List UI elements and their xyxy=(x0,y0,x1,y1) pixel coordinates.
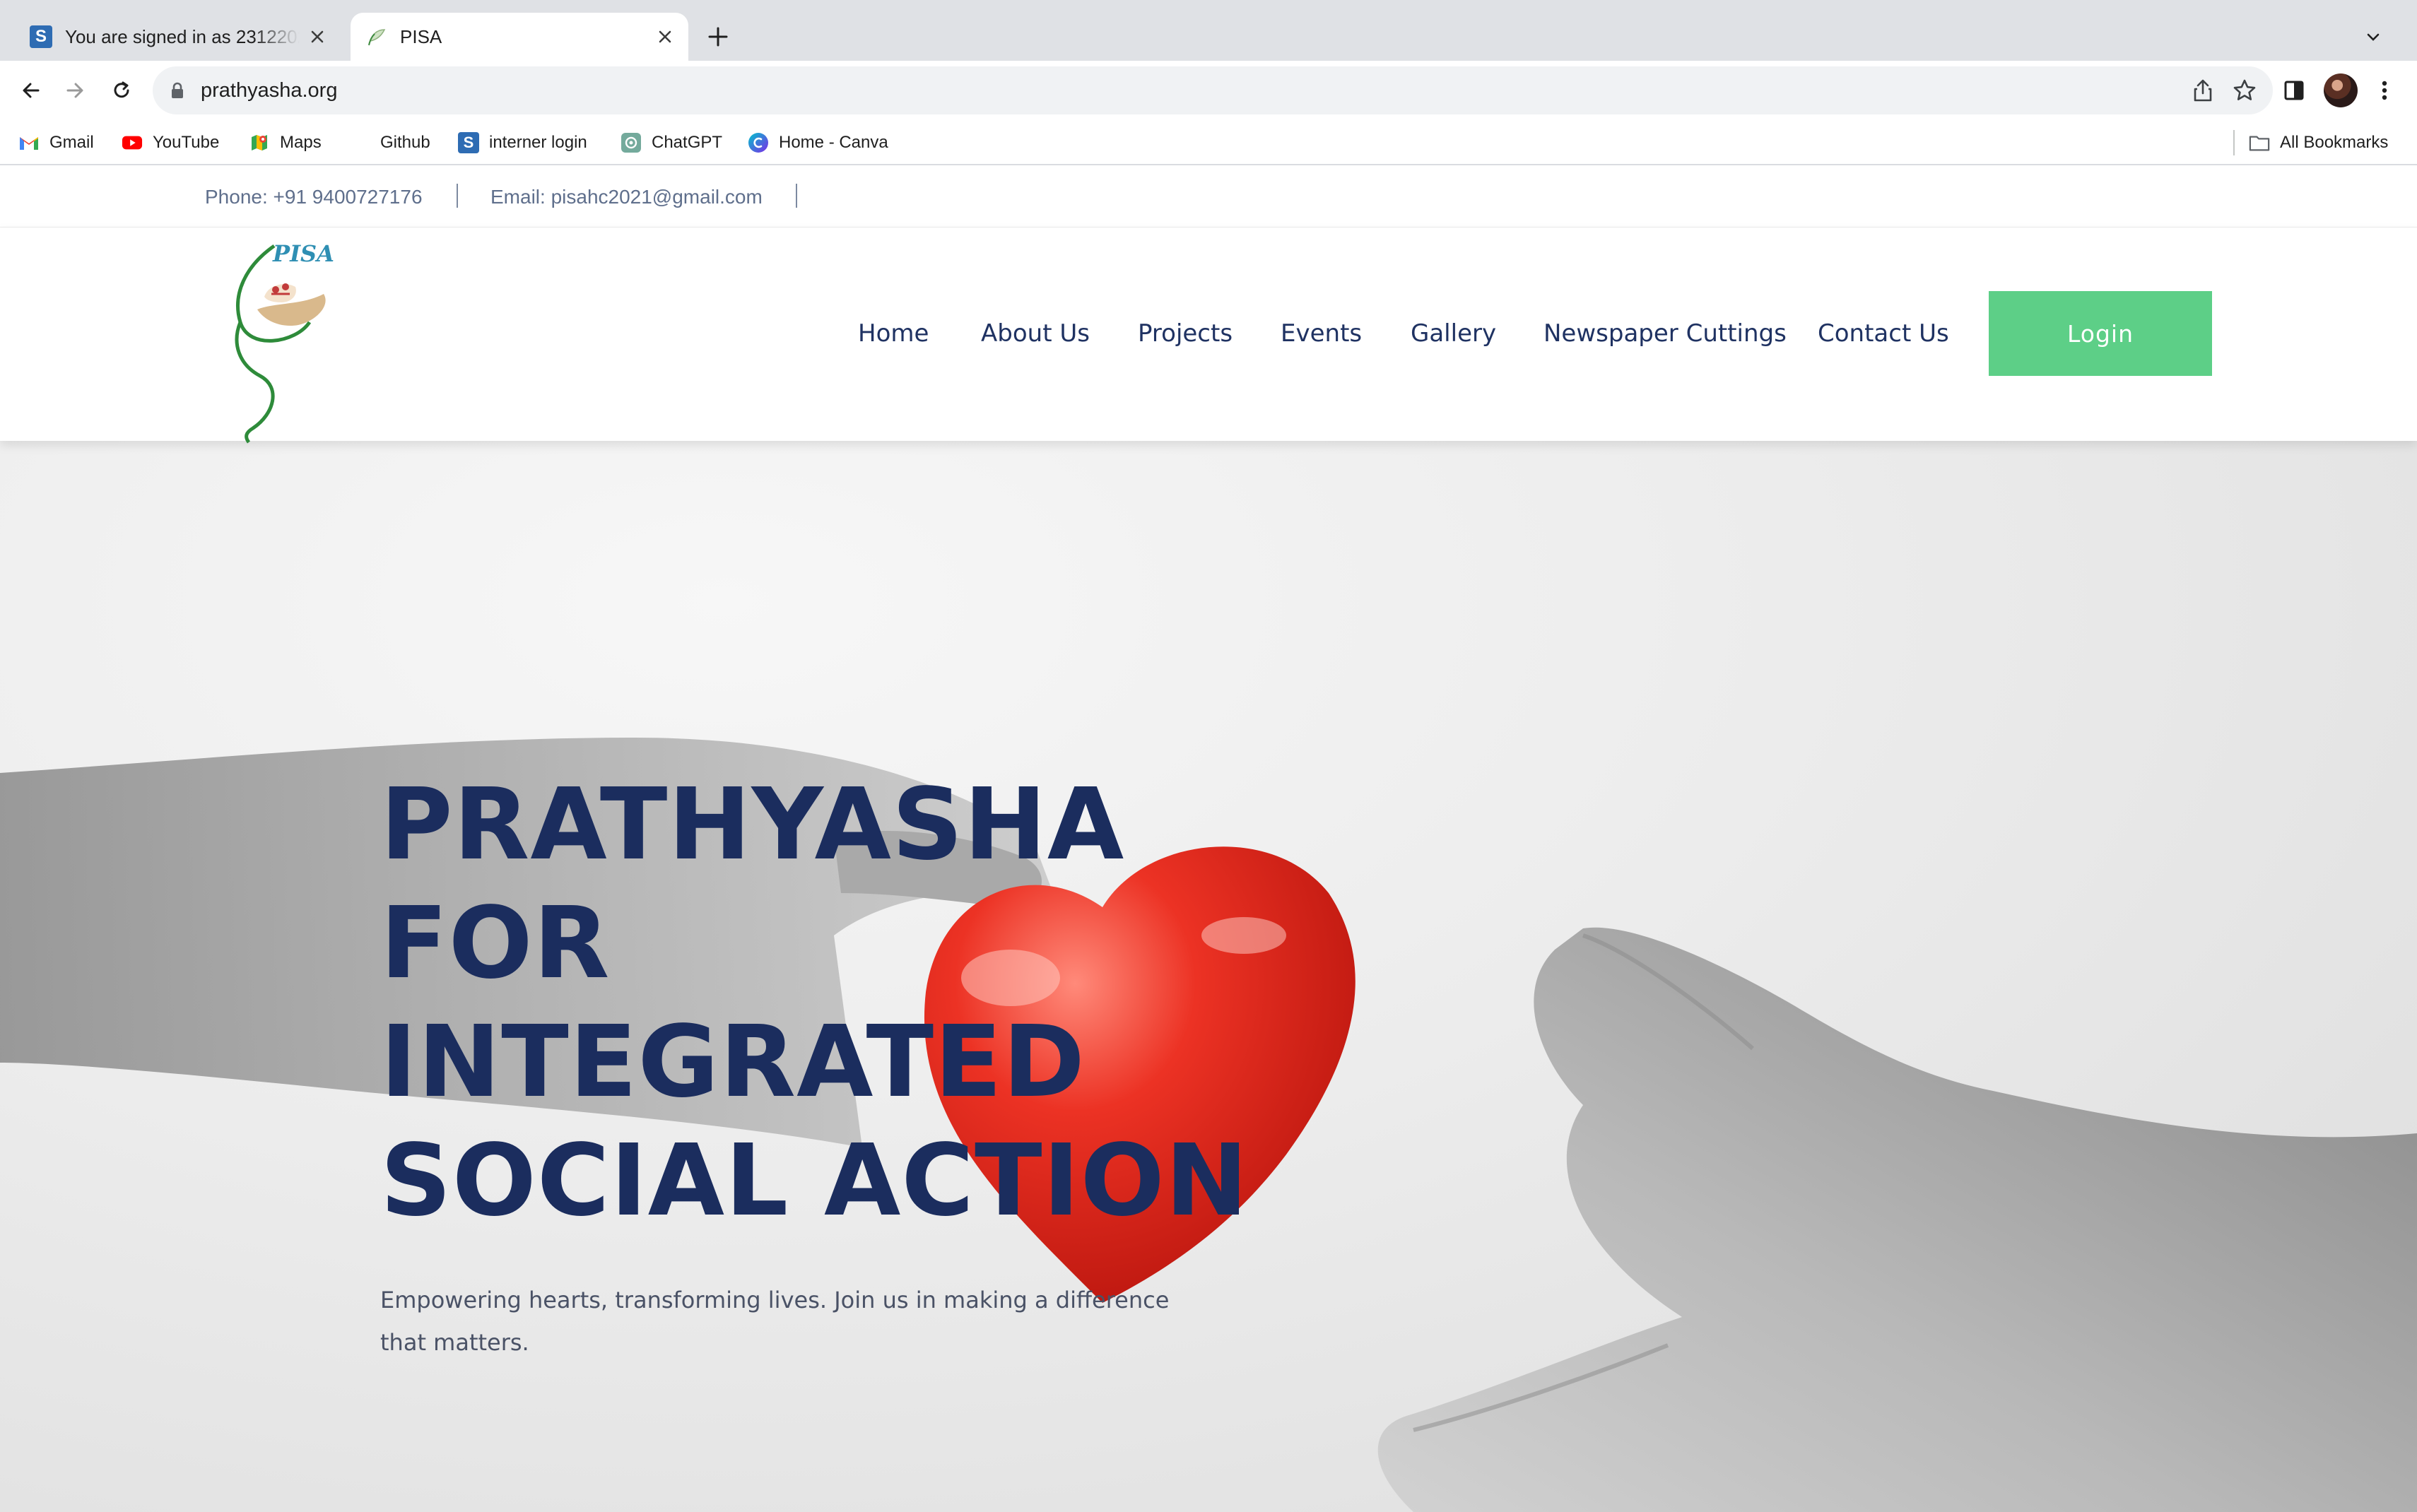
chatgpt-icon xyxy=(621,132,642,153)
bookmark-label: Gmail xyxy=(49,133,94,152)
bookmark-label: YouTube xyxy=(153,133,220,152)
side-panel-icon[interactable] xyxy=(2280,76,2308,108)
bookmarks-bar: Gmail YouTube Maps Github S interner log… xyxy=(0,120,2417,165)
info-divider xyxy=(457,184,458,208)
hero-title-line: FOR xyxy=(380,886,611,1001)
bookmark-interner-login[interactable]: S interner login xyxy=(458,129,587,157)
nav-events[interactable]: Events xyxy=(1281,319,1362,348)
hero-title-line: SOCIAL ACTION xyxy=(380,1123,1249,1239)
email-text[interactable]: Email: pisahc2021@gmail.com xyxy=(490,186,763,208)
url-text[interactable]: prathyasha.org xyxy=(201,79,337,102)
youtube-icon xyxy=(122,132,143,153)
share-icon[interactable] xyxy=(2191,78,2215,107)
browser-tab-signed-in[interactable]: S You are signed in as 2312202 xyxy=(16,13,341,61)
browser-tab-pisa[interactable]: PISA xyxy=(351,13,688,61)
tab-title: PISA xyxy=(400,25,442,47)
bookmark-label: Home - Canva xyxy=(779,133,888,152)
bookmark-label: Github xyxy=(380,133,430,152)
back-arrow-icon[interactable] xyxy=(14,73,48,107)
bookmark-star-icon[interactable] xyxy=(2232,78,2257,107)
nav-gallery[interactable]: Gallery xyxy=(1411,319,1496,348)
more-options-icon[interactable] xyxy=(2376,76,2393,108)
nav-home[interactable]: Home xyxy=(858,319,929,348)
bookmark-label: interner login xyxy=(489,133,587,152)
tab-close-icon[interactable] xyxy=(307,26,328,47)
site-header: PISA Home About Us Projects Events Galle… xyxy=(0,228,2417,444)
bookmark-label: Maps xyxy=(280,133,322,152)
s-square-icon: S xyxy=(458,132,479,153)
nav-contact-us[interactable]: Contact Us xyxy=(1818,319,1949,348)
browser-tab-strip: S You are signed in as 2312202 PISA xyxy=(0,0,2417,61)
bookmark-youtube[interactable]: YouTube xyxy=(122,129,219,157)
bookmark-github[interactable]: Github xyxy=(349,129,430,157)
hero-section: PRATHYASHA FOR INTEGRATED SOCIAL ACTION … xyxy=(0,441,2417,1512)
gmail-icon xyxy=(18,132,40,153)
hero-title-line: INTEGRATED xyxy=(380,1005,1086,1120)
phone-text[interactable]: Phone: +91 9400727176 xyxy=(205,186,423,208)
bookmark-chatgpt[interactable]: ChatGPT xyxy=(621,129,722,157)
bookmark-label: All Bookmarks xyxy=(2280,133,2389,152)
maps-icon xyxy=(249,132,270,153)
github-icon xyxy=(349,132,370,153)
pisa-leaf-icon xyxy=(365,25,387,48)
tab-search-chevron-icon[interactable] xyxy=(2360,24,2386,49)
reload-icon[interactable] xyxy=(105,73,139,107)
hero-title: PRATHYASHA FOR INTEGRATED SOCIAL ACTION xyxy=(380,766,1249,1241)
s-square-icon: S xyxy=(30,25,52,48)
profile-avatar[interactable] xyxy=(2324,73,2358,107)
bookmark-gmail[interactable]: Gmail xyxy=(18,129,94,157)
svg-text:PISA: PISA xyxy=(272,240,334,267)
forward-arrow-icon[interactable] xyxy=(58,73,92,107)
lock-icon[interactable] xyxy=(170,81,185,103)
hero-title-line: PRATHYASHA xyxy=(380,767,1125,882)
nav-projects[interactable]: Projects xyxy=(1138,319,1233,348)
folder-icon xyxy=(2249,132,2270,153)
address-bar[interactable]: prathyasha.org xyxy=(153,66,2273,114)
browser-toolbar: prathyasha.org xyxy=(0,61,2417,120)
nav-about-us[interactable]: About Us xyxy=(981,319,1090,348)
pisa-logo[interactable]: PISA xyxy=(225,237,346,444)
bookmarks-divider xyxy=(2233,130,2235,155)
contact-info-bar: Phone: +91 9400727176 Email: pisahc2021@… xyxy=(0,167,2417,228)
new-tab-plus-icon[interactable] xyxy=(704,23,732,51)
canva-icon xyxy=(748,132,769,153)
all-bookmarks-button[interactable]: All Bookmarks xyxy=(2249,129,2388,157)
tab-title: You are signed in as 2312202 xyxy=(65,25,300,47)
login-button[interactable]: Login xyxy=(1989,291,2212,376)
tab-close-icon[interactable] xyxy=(654,26,676,47)
bookmark-label: ChatGPT xyxy=(652,133,723,152)
bookmark-maps[interactable]: Maps xyxy=(249,129,322,157)
nav-newspaper-cuttings[interactable]: Newspaper Cuttings xyxy=(1543,319,1787,348)
info-divider xyxy=(796,184,797,208)
hero-subtitle: Empowering hearts, transforming lives. J… xyxy=(380,1287,1170,1356)
bookmark-canva[interactable]: Home - Canva xyxy=(748,129,888,157)
